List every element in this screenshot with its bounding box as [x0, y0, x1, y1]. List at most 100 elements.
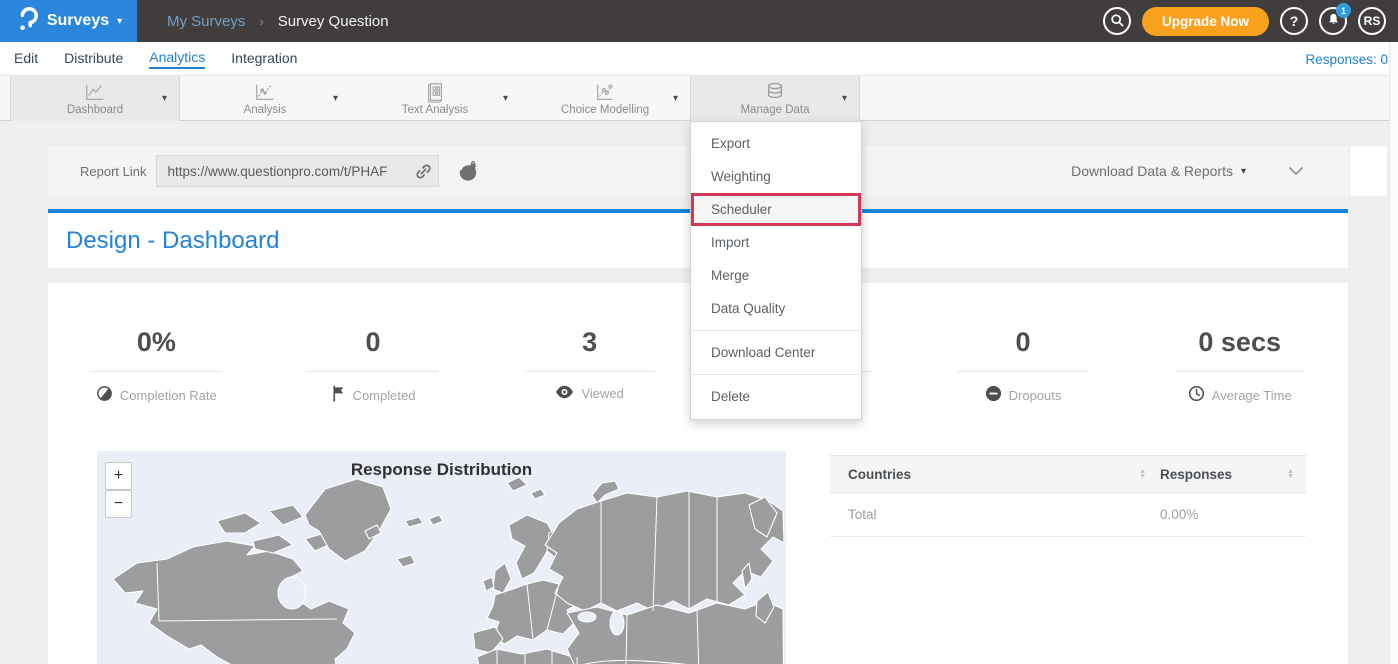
nav-edit[interactable]: Edit — [14, 50, 38, 68]
flag-icon — [331, 385, 346, 405]
tab-text-analysis[interactable]: Text Analysis ▾ — [350, 76, 520, 121]
row-country: Total — [848, 507, 877, 522]
divider — [958, 371, 1088, 372]
chevron-down-icon[interactable] — [1288, 166, 1304, 176]
caret-down-icon: ▾ — [162, 93, 167, 104]
caret-down-icon: ▾ — [673, 93, 678, 104]
line-chart-icon — [83, 81, 107, 103]
questionpro-logo-icon — [15, 5, 39, 37]
report-url-input[interactable] — [157, 156, 438, 186]
countries-table: Countries ▲▼ Responses ▲▼ Total 0.00% — [830, 455, 1306, 537]
stat-label: Completion Rate — [120, 388, 217, 403]
tab-dashboard[interactable]: Dashboard ▾ — [10, 76, 180, 121]
manage-data-menu: Export Weighting Scheduler Import Merge … — [690, 121, 862, 420]
search-icon — [1109, 12, 1125, 31]
notifications-button[interactable]: 1 — [1319, 7, 1347, 35]
document-grid-icon — [423, 81, 447, 103]
menu-item-scheduler[interactable]: Scheduler — [691, 193, 861, 226]
menu-item-export[interactable]: Export — [691, 127, 861, 160]
product-name: Surveys — [47, 12, 109, 30]
eye-icon — [555, 385, 574, 402]
report-url-wrap — [156, 155, 439, 187]
product-switcher[interactable]: Surveys ▾ — [0, 0, 137, 42]
caret-down-icon: ▾ — [117, 16, 122, 27]
stat-value: 3 — [481, 325, 698, 359]
search-button[interactable] — [1103, 7, 1131, 35]
menu-divider — [691, 374, 861, 375]
stat-value: 0 — [915, 325, 1132, 359]
upgrade-now-button[interactable]: Upgrade Now — [1142, 7, 1269, 36]
caret-down-icon: ▾ — [333, 93, 338, 104]
report-link-label: Report Link — [80, 164, 146, 179]
stat-average-time: 0 secs Average Time — [1131, 325, 1348, 405]
stat-value: 0% — [48, 325, 265, 359]
completion-rate-icon — [96, 385, 113, 405]
map-title: Response Distribution — [97, 451, 786, 480]
world-map[interactable] — [97, 451, 786, 664]
questionpro-dashboard: Surveys ▾ My Surveys › Survey Question U… — [0, 0, 1398, 664]
stat-label: Completed — [353, 388, 416, 403]
tab-analysis[interactable]: Analysis ▾ — [180, 76, 350, 121]
survey-nav: Edit Distribute Analytics Integration Re… — [0, 42, 1398, 76]
scatter-chart-icon — [593, 81, 617, 103]
divider — [91, 371, 221, 372]
menu-item-data-quality[interactable]: Data Quality — [691, 292, 861, 325]
nav-integration[interactable]: Integration — [231, 50, 297, 68]
divider — [525, 371, 655, 372]
globe-lock-icon[interactable] — [457, 160, 480, 183]
menu-item-merge[interactable]: Merge — [691, 259, 861, 292]
nav-distribute[interactable]: Distribute — [64, 50, 123, 68]
nav-analytics[interactable]: Analytics — [149, 49, 205, 69]
divider — [308, 371, 438, 372]
row-responses: 0.00% — [1160, 507, 1198, 522]
breadcrumb-my-surveys[interactable]: My Surveys — [167, 13, 245, 30]
menu-item-weighting[interactable]: Weighting — [691, 160, 861, 193]
column-responses: Responses — [1160, 467, 1232, 482]
report-bar-right: Download Data & Reports ▾ — [1071, 163, 1304, 179]
download-data-reports-button[interactable]: Download Data & Reports — [1071, 163, 1233, 179]
caret-down-icon: ▾ — [842, 93, 847, 104]
column-countries: Countries — [848, 467, 911, 482]
minus-circle-icon — [985, 385, 1002, 405]
clock-icon — [1188, 385, 1205, 405]
menu-divider — [691, 330, 861, 331]
tab-manage-data[interactable]: Manage Data ▾ — [690, 76, 860, 121]
table-header: Countries ▲▼ Responses ▲▼ — [830, 455, 1306, 493]
help-button[interactable]: ? — [1280, 7, 1308, 35]
notification-badge: 1 — [1336, 3, 1351, 18]
divider — [1175, 371, 1305, 372]
tab-choice-modelling[interactable]: Choice Modelling ▾ — [520, 76, 690, 121]
top-bar: Surveys ▾ My Surveys › Survey Question U… — [0, 0, 1398, 42]
sort-icon[interactable]: ▲▼ — [1287, 469, 1294, 480]
caret-down-icon: ▾ — [503, 93, 508, 104]
map-zoom-out-button[interactable]: − — [105, 490, 132, 518]
sort-icon[interactable]: ▲▼ — [1139, 469, 1146, 480]
map-zoom-in-button[interactable]: + — [105, 462, 132, 490]
menu-item-download-center[interactable]: Download Center — [691, 336, 861, 369]
scrollbar[interactable] — [1389, 42, 1398, 664]
response-distribution-map: Response Distribution + − — [97, 451, 786, 664]
menu-item-delete[interactable]: Delete — [691, 380, 861, 413]
stat-label: Dropouts — [1009, 388, 1062, 403]
menu-item-import[interactable]: Import — [691, 226, 861, 259]
stat-value: 0 — [265, 325, 482, 359]
stat-completed: 0 Completed — [265, 325, 482, 405]
database-icon — [763, 81, 787, 103]
caret-down-icon[interactable]: ▾ — [1241, 166, 1246, 177]
stat-value: 0 secs — [1131, 325, 1348, 359]
avatar[interactable]: RS — [1358, 7, 1386, 35]
stat-label: Viewed — [581, 386, 623, 401]
stat-completion-rate: 0% Completion Rate — [48, 325, 265, 405]
stat-label: Average Time — [1212, 388, 1292, 403]
panel-corner — [1350, 146, 1387, 196]
breadcrumb: My Surveys › Survey Question — [167, 13, 389, 30]
page-title: Design - Dashboard — [66, 227, 279, 255]
analytics-toolbar: Dashboard ▾ Analysis ▾ Text Analysis ▾ C… — [0, 76, 1398, 121]
responses-count: Responses: 0 — [1305, 42, 1388, 76]
breadcrumb-current: Survey Question — [278, 13, 389, 30]
stat-dropouts: 0 Dropouts — [915, 325, 1132, 405]
table-row: Total 0.00% — [830, 493, 1306, 537]
link-icon[interactable] — [414, 162, 433, 186]
line-chart-icon — [253, 81, 277, 103]
breadcrumb-separator-icon: › — [259, 14, 263, 29]
